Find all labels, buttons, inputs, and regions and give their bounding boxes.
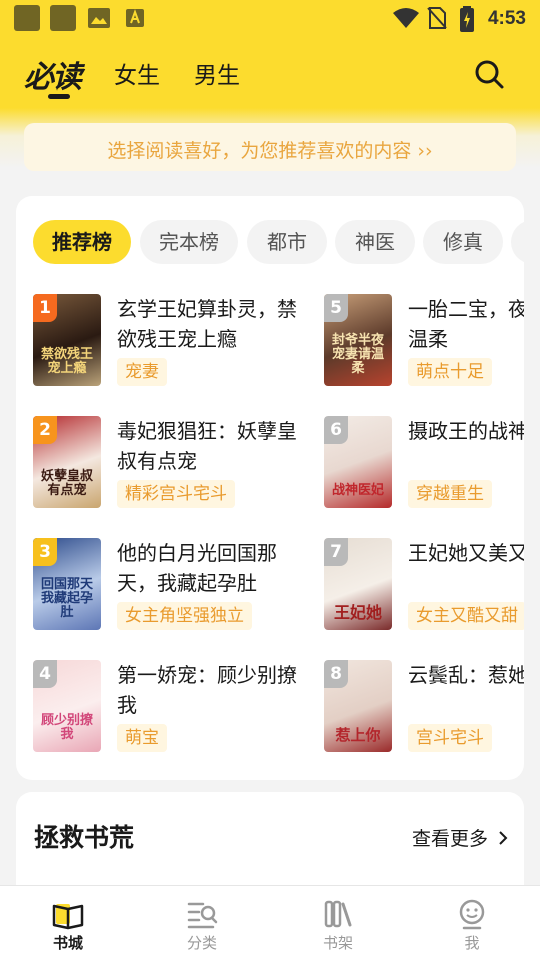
nav-label: 书城	[52, 934, 83, 952]
book-tag: 宠妻	[117, 358, 167, 386]
book-tag: 女主又酷又甜	[408, 602, 524, 630]
nav-bookshelf[interactable]: 书架	[288, 886, 388, 960]
profile-icon	[459, 899, 485, 930]
nav-label: 我	[464, 934, 480, 952]
book-cover: 封爷半夜宠妻请温柔 5	[324, 294, 392, 386]
book-title: 云鬓乱：惹她逃不掉	[408, 663, 524, 687]
tab-male[interactable]: 男生	[194, 56, 240, 90]
book-title: 一胎二宝，夜宠妻请温柔	[408, 297, 524, 351]
app-logo: 必读	[24, 60, 82, 95]
book-cover: 惹上你 8	[324, 660, 392, 752]
book-tag: 精彩宫斗宅斗	[117, 480, 235, 508]
rank-badge: 4	[33, 660, 57, 688]
book-cover: 战神医妃 6	[324, 416, 392, 508]
nav-label: 分类	[186, 934, 217, 952]
book-tag: 萌宝	[117, 724, 167, 752]
book-title: 摄政王的战神医妃	[408, 419, 524, 443]
wifi-icon	[393, 8, 419, 28]
search-icon[interactable]	[472, 57, 506, 91]
book-cover: 回国那天我藏起孕肚 3	[33, 538, 101, 630]
category-search-icon	[187, 902, 218, 929]
font-notification-icon	[126, 9, 144, 27]
book-tag: 宫斗宅斗	[408, 724, 492, 752]
top-header: 必读 女生 男生	[0, 38, 540, 108]
rank-badge: 3	[33, 538, 57, 566]
book-tag: 女主角坚强独立	[117, 602, 252, 630]
book-title: 毒妃狠猖狂：妖孽皇叔有点宠	[117, 419, 297, 473]
ranking-card: 推荐榜 完本榜 都市 神医 修真 禁欲残王宠上瘾 1 玄学王妃算卦灵，禁欲残王宠…	[16, 196, 524, 780]
rank-badge: 5	[324, 294, 348, 322]
book-tag: 穿越重生	[408, 480, 492, 508]
section-title: 拯救书荒	[34, 823, 135, 852]
book-title: 他的白月光回国那天，我藏起孕肚	[117, 541, 277, 595]
book-cover: 顾少别撩我 4	[33, 660, 101, 752]
tab-female[interactable]: 女生	[114, 56, 160, 90]
clock: 4:53	[487, 8, 526, 29]
book-item[interactable]: 王妃她 7 王妃她又美又飒 女主又酷又甜	[324, 538, 524, 634]
book-cover: 妖孽皇叔有点宠 2	[33, 416, 101, 508]
battery-charging-icon	[460, 6, 474, 32]
rank-badge: 8	[324, 660, 348, 688]
status-bar: 4:53	[0, 0, 540, 38]
rank-badge: 6	[324, 416, 348, 444]
view-more-link[interactable]: 查看更多	[412, 824, 508, 851]
book-item[interactable]: 战神医妃 6 摄政王的战神医妃 穿越重生	[324, 416, 524, 512]
banner-area: 选择阅读喜好，为您推荐喜欢的内容 ››	[0, 108, 540, 188]
category-tabs: 推荐榜 完本榜 都市 神医 修真	[33, 220, 524, 266]
chevron-right-icon	[499, 831, 508, 845]
bottom-navigation: 书城 分类 书架 我	[0, 885, 540, 960]
notification-app-icon	[14, 5, 40, 31]
category-urban[interactable]: 都市	[247, 220, 327, 264]
category-completed[interactable]: 完本榜	[140, 220, 238, 264]
book-cover: 王妃她 7	[324, 538, 392, 630]
book-item[interactable]: 惹上你 8 云鬓乱：惹她逃不掉 宫斗宅斗	[324, 660, 524, 756]
logo-underline	[48, 94, 70, 99]
nav-label: 书架	[322, 934, 353, 952]
book-item[interactable]: 封爷半夜宠妻请温柔 5 一胎二宝，夜宠妻请温柔 萌点十足	[324, 294, 524, 390]
book-item[interactable]: 禁欲残王宠上瘾 1 玄学王妃算卦灵，禁欲残王宠上瘾 宠妻	[33, 294, 313, 390]
bookshelf-icon	[324, 900, 352, 928]
book-title: 第一娇宠：顾少别撩我	[117, 663, 297, 717]
category-cultivation[interactable]: 修真	[423, 220, 503, 264]
nav-profile[interactable]: 我	[422, 886, 522, 960]
category-more[interactable]	[511, 220, 524, 264]
rank-badge: 1	[33, 294, 57, 322]
book-open-icon	[52, 904, 84, 930]
book-item[interactable]: 顾少别撩我 4 第一娇宠：顾少别撩我 萌宝	[33, 660, 313, 756]
notification-app-icon	[50, 5, 76, 31]
nav-category[interactable]: 分类	[152, 886, 252, 960]
book-item[interactable]: 妖孽皇叔有点宠 2 毒妃狠猖狂：妖孽皇叔有点宠 精彩宫斗宅斗	[33, 416, 313, 512]
banner-text: 选择阅读喜好，为您推荐喜欢的内容 ››	[107, 140, 433, 162]
book-title: 王妃她又美又飒	[408, 541, 524, 565]
no-sim-icon	[427, 7, 447, 29]
book-cover: 禁欲残王宠上瘾 1	[33, 294, 101, 386]
view-more-label: 查看更多	[411, 828, 488, 850]
book-title: 玄学王妃算卦灵，禁欲残王宠上瘾	[117, 297, 297, 351]
book-item[interactable]: 回国那天我藏起孕肚 3 他的白月光回国那天，我藏起孕肚 女主角坚强独立	[33, 538, 313, 634]
book-tag: 萌点十足	[408, 358, 492, 386]
rank-badge: 7	[324, 538, 348, 566]
rank-badge: 2	[33, 416, 57, 444]
category-doctor[interactable]: 神医	[335, 220, 415, 264]
reading-preference-banner[interactable]: 选择阅读喜好，为您推荐喜欢的内容 ››	[24, 123, 516, 171]
nav-bookstore[interactable]: 书城	[18, 886, 118, 960]
image-notification-icon	[88, 8, 110, 28]
category-recommended[interactable]: 推荐榜	[33, 220, 131, 264]
